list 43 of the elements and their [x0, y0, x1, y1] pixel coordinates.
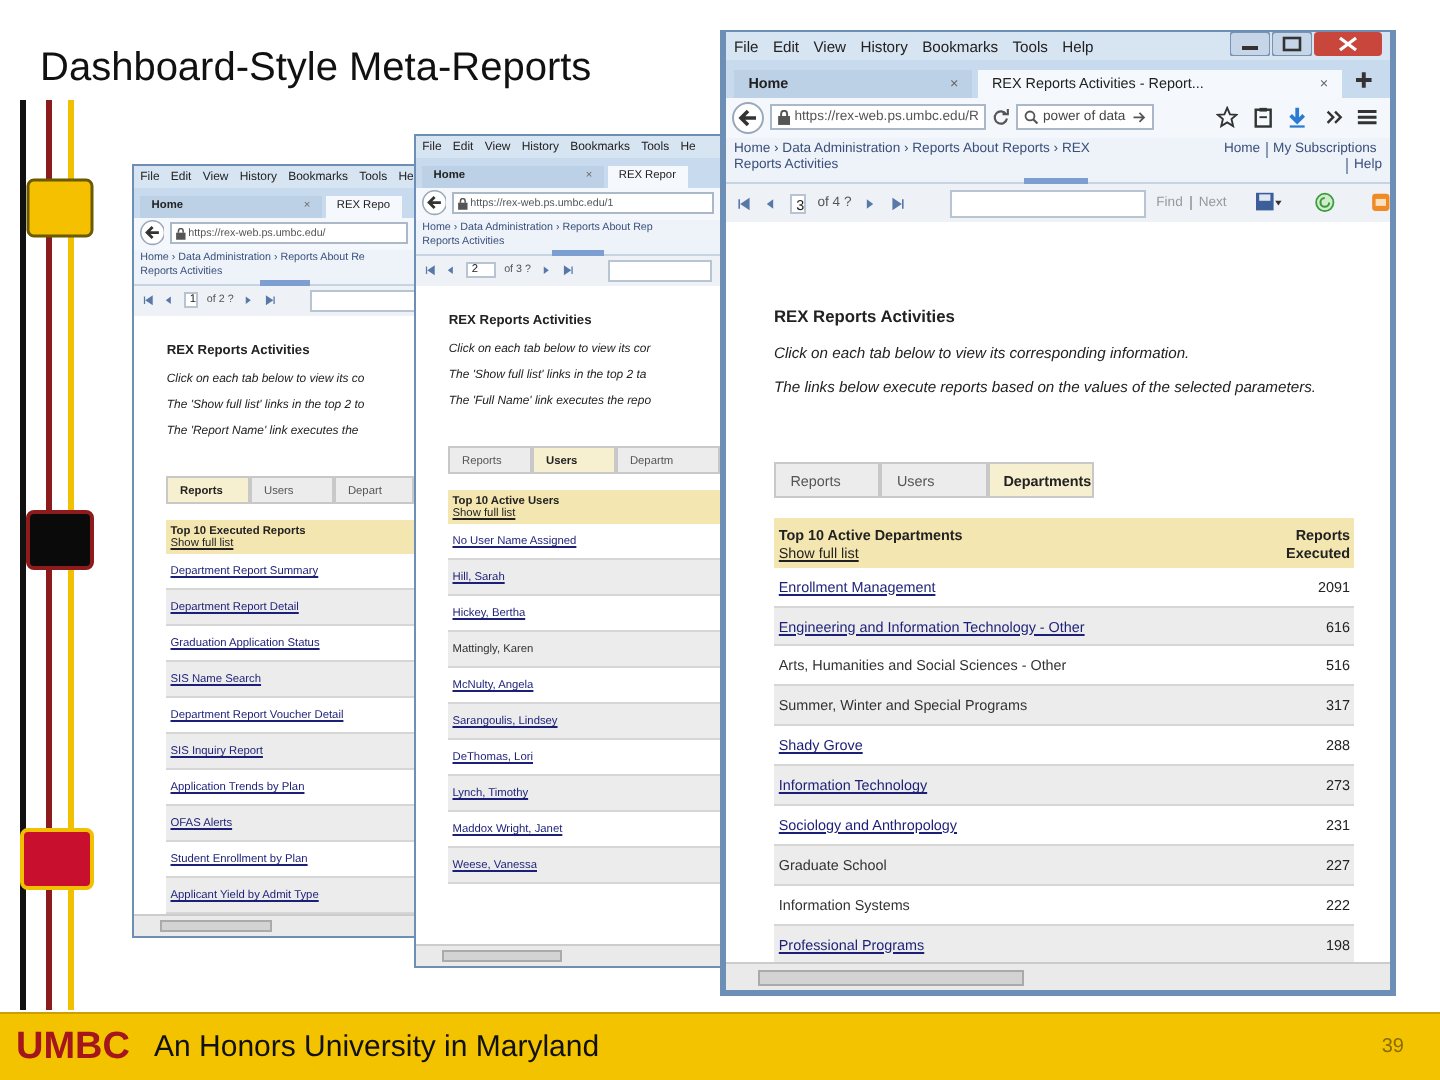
back-arrow-icon[interactable] — [421, 190, 447, 216]
clipboard-icon[interactable] — [1251, 106, 1274, 129]
go-arrow-icon[interactable] — [1131, 110, 1147, 126]
first-page-icon[interactable] — [735, 195, 752, 212]
back-arrow-icon[interactable] — [139, 220, 165, 246]
lock-icon — [457, 197, 468, 210]
next-page-icon[interactable] — [862, 195, 879, 212]
previous-page-icon[interactable] — [762, 195, 779, 212]
reload-icon[interactable] — [992, 108, 1011, 127]
new-tab-icon[interactable] — [1356, 71, 1373, 88]
refresh-icon[interactable] — [1312, 192, 1339, 214]
find-field[interactable] — [607, 259, 713, 283]
last-page-icon[interactable] — [889, 195, 906, 212]
slide-title: Dashboard-Style Meta-Reports — [40, 46, 592, 92]
horizontal-scrollbar[interactable] — [134, 913, 414, 936]
download-icon[interactable] — [1286, 106, 1309, 129]
search-icon — [1024, 110, 1039, 126]
menu-icon[interactable] — [1356, 106, 1379, 129]
export-icon[interactable] — [1368, 192, 1390, 214]
last-page-icon[interactable] — [263, 294, 277, 308]
tagline: An Honors University in Maryland — [154, 1030, 600, 1064]
university-logo-text: UMBC — [16, 1025, 130, 1069]
minimize-icon[interactable] — [1230, 32, 1270, 56]
lock-icon — [778, 110, 791, 126]
find-field[interactable] — [949, 189, 1146, 218]
horizontal-scrollbar[interactable] — [726, 962, 1390, 990]
chevrons-icon[interactable] — [1321, 106, 1344, 129]
lock-icon — [175, 227, 186, 240]
maximize-icon[interactable] — [1272, 32, 1312, 56]
save-icon[interactable] — [1256, 192, 1283, 214]
first-page-icon[interactable] — [141, 294, 155, 308]
previous-page-icon[interactable] — [444, 264, 458, 278]
close-icon[interactable] — [1314, 32, 1382, 56]
report-heading: REX Reports Activities — [774, 305, 957, 326]
slide-number: 39 — [1381, 1036, 1404, 1058]
next-page-icon[interactable] — [539, 264, 553, 278]
star-icon[interactable] — [1215, 106, 1239, 129]
last-page-icon[interactable] — [561, 264, 574, 278]
previous-page-icon[interactable] — [162, 294, 176, 308]
next-page-icon[interactable] — [242, 294, 255, 308]
find-field[interactable] — [310, 289, 414, 313]
horizontal-scrollbar[interactable] — [416, 943, 720, 966]
first-page-icon[interactable] — [423, 264, 437, 278]
